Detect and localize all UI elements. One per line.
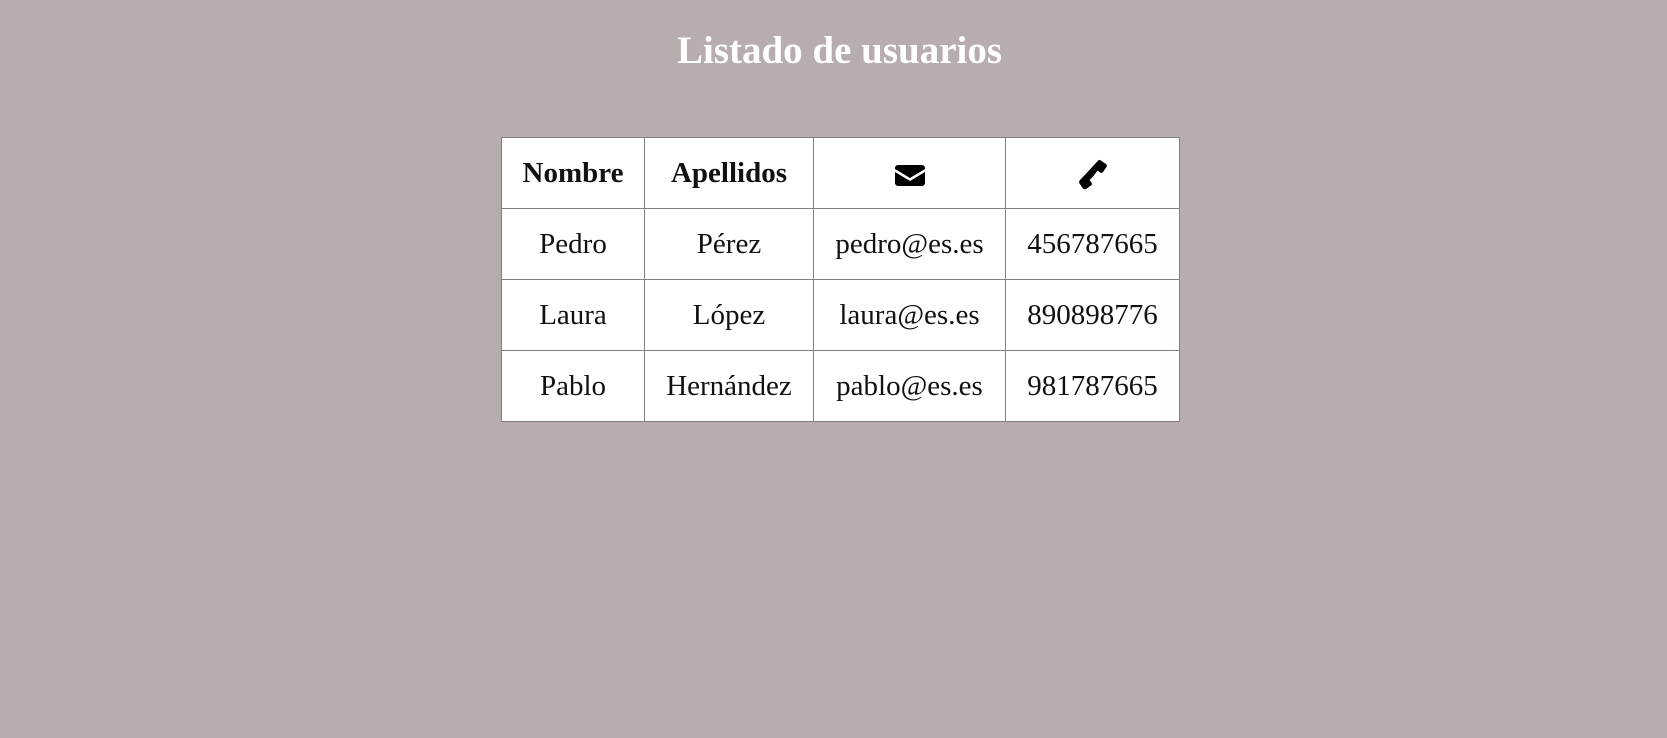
table-row: Laura López laura@es.es 890898776 (501, 279, 1180, 351)
cell-email: pedro@es.es (813, 208, 1006, 280)
cell-telefono: 981787665 (1005, 350, 1180, 422)
cell-apellidos: Pérez (644, 208, 814, 280)
cell-nombre: Pedro (501, 208, 645, 280)
phone-icon (1078, 158, 1108, 190)
header-telefono (1005, 137, 1180, 209)
users-table: Nombre Apellidos Pedro Pérez pedro@es.es… (501, 137, 1180, 422)
cell-apellidos: López (644, 279, 814, 351)
cell-nombre: Pablo (501, 350, 645, 422)
cell-telefono: 890898776 (1005, 279, 1180, 351)
cell-email: pablo@es.es (813, 350, 1006, 422)
cell-nombre: Laura (501, 279, 645, 351)
page-title: Listado de usuarios (676, 29, 1003, 72)
cell-telefono: 456787665 (1005, 208, 1180, 280)
table-row: Pablo Hernández pablo@es.es 981787665 (501, 350, 1180, 422)
table-header-row: Nombre Apellidos (501, 137, 1180, 209)
page: Listado de usuarios Nombre Apellidos Ped… (0, 0, 1667, 738)
header-nombre: Nombre (501, 137, 645, 209)
envelope-icon (894, 163, 925, 187)
table-row: Pedro Pérez pedro@es.es 456787665 (501, 208, 1180, 280)
header-apellidos: Apellidos (644, 137, 814, 209)
header-email (813, 137, 1006, 209)
cell-apellidos: Hernández (644, 350, 814, 422)
cell-email: laura@es.es (813, 279, 1006, 351)
